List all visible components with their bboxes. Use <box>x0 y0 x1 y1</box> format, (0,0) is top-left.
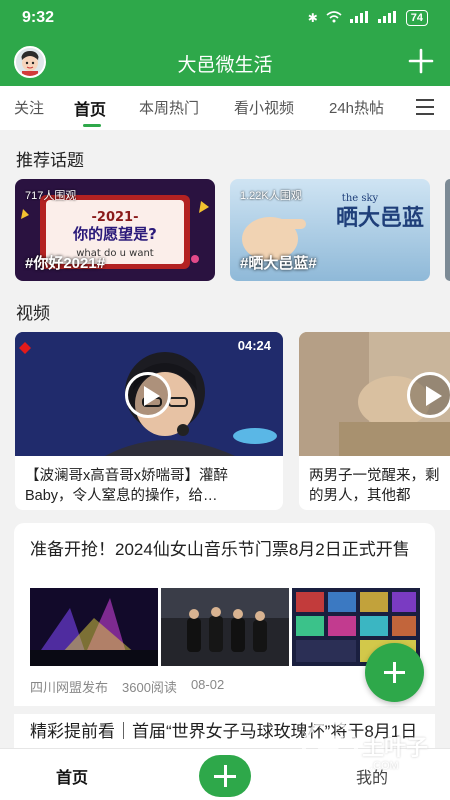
topic-card[interactable]: -2021- 你的愿望是? what do u want 717人围观 #你好2… <box>15 179 215 281</box>
tab-weekly-hot[interactable]: 本周热门 <box>139 97 199 118</box>
signal-icon <box>349 10 370 26</box>
band-image <box>161 588 289 666</box>
news-meta: 四川网盟发布 3600阅读 08-02 <box>30 677 224 696</box>
topics-section-title: 推荐话题 <box>16 151 84 170</box>
tab-follow[interactable]: 关注 <box>14 97 44 118</box>
topic-art-text: -2021- <box>92 210 139 225</box>
nav-home[interactable]: 首页 <box>56 764 88 788</box>
video-thumbnail <box>299 332 450 456</box>
tab-24h-hot[interactable]: 24h热帖 <box>329 97 384 118</box>
news-image <box>30 588 158 666</box>
topic-art-text: 你的愿望是? <box>72 225 157 243</box>
bluetooth-icon: ✱ <box>307 11 318 25</box>
menu-icon[interactable] <box>416 99 434 115</box>
news-image <box>161 588 289 666</box>
signal-icon-2 <box>377 10 398 26</box>
tab-home[interactable]: 首页 <box>74 96 106 120</box>
news-title[interactable]: 精彩提前看｜首届“世界女子马球玫瑰杯”将于8月1日 <box>30 719 423 744</box>
app-bar: 大邑微生活 <box>0 38 450 86</box>
video-duration: 04:24 <box>237 338 271 353</box>
video-thumbnail: 04:24 <box>15 332 283 456</box>
play-icon[interactable] <box>125 372 171 418</box>
news-source[interactable]: 四川网盟发布 <box>30 677 108 696</box>
topic-tag: #你好2021# <box>25 255 106 272</box>
app-title: 大邑微生活 <box>177 55 273 76</box>
news-title[interactable]: 准备开抢！2024仙女山音乐节门票8月2日正式开售 <box>30 537 423 562</box>
play-icon[interactable] <box>407 372 450 418</box>
topic-art-text: 晒大邑蓝 <box>336 205 424 231</box>
nav-me[interactable]: 我的 <box>356 764 388 788</box>
plus-icon <box>408 48 434 74</box>
active-tab-indicator <box>83 124 101 127</box>
video-caption: 【波澜哥x高音哥x娇喘哥】灌醉Baby，令人窒息的操作，给… <box>25 468 228 504</box>
topic-card[interactable]: 晒大邑蓝 the sky 1.22K人围观 #晒大邑蓝# <box>230 179 430 281</box>
add-post-button[interactable] <box>404 44 438 78</box>
tab-short-videos[interactable]: 看小视频 <box>234 97 294 118</box>
video-caption: 两男子一觉醒来，剩的男人，其他都 <box>309 468 440 504</box>
concert-image <box>30 588 158 666</box>
topic-card-peek[interactable] <box>445 179 450 281</box>
videos-section-title: 视频 <box>16 304 50 323</box>
status-time: 9:32 <box>22 9 55 26</box>
topic-views: 717人围观 <box>25 190 77 202</box>
topic-art-text: the sky <box>342 193 379 204</box>
topic-image <box>445 179 450 281</box>
status-bar: 9:32 ✱ 74 <box>0 0 450 38</box>
divider <box>14 706 435 714</box>
topic-views: 1.22K人围观 <box>240 190 302 202</box>
news-date: 08-02 <box>190 677 225 692</box>
nav-publish-button[interactable] <box>199 755 251 797</box>
battery-icon: 74 <box>405 10 428 26</box>
video-card[interactable]: 04:24 【波澜哥x高音哥x娇喘哥】灌醉Baby，令人窒息的操作，给… <box>15 332 283 510</box>
tab-bar: 关注 首页 本周热门 看小视频 24h热帖 <box>0 86 450 130</box>
wifi-icon <box>326 10 342 26</box>
bottom-nav: 首页 我的 <box>0 748 450 800</box>
video-card[interactable]: 两男子一觉醒来，剩的男人，其他都 <box>299 332 450 510</box>
topic-tag: #晒大邑蓝# <box>240 255 317 272</box>
status-icons: ✱ 74 <box>308 10 428 26</box>
floating-add-button[interactable] <box>365 643 424 702</box>
news-reads: 3600阅读 <box>122 680 177 695</box>
